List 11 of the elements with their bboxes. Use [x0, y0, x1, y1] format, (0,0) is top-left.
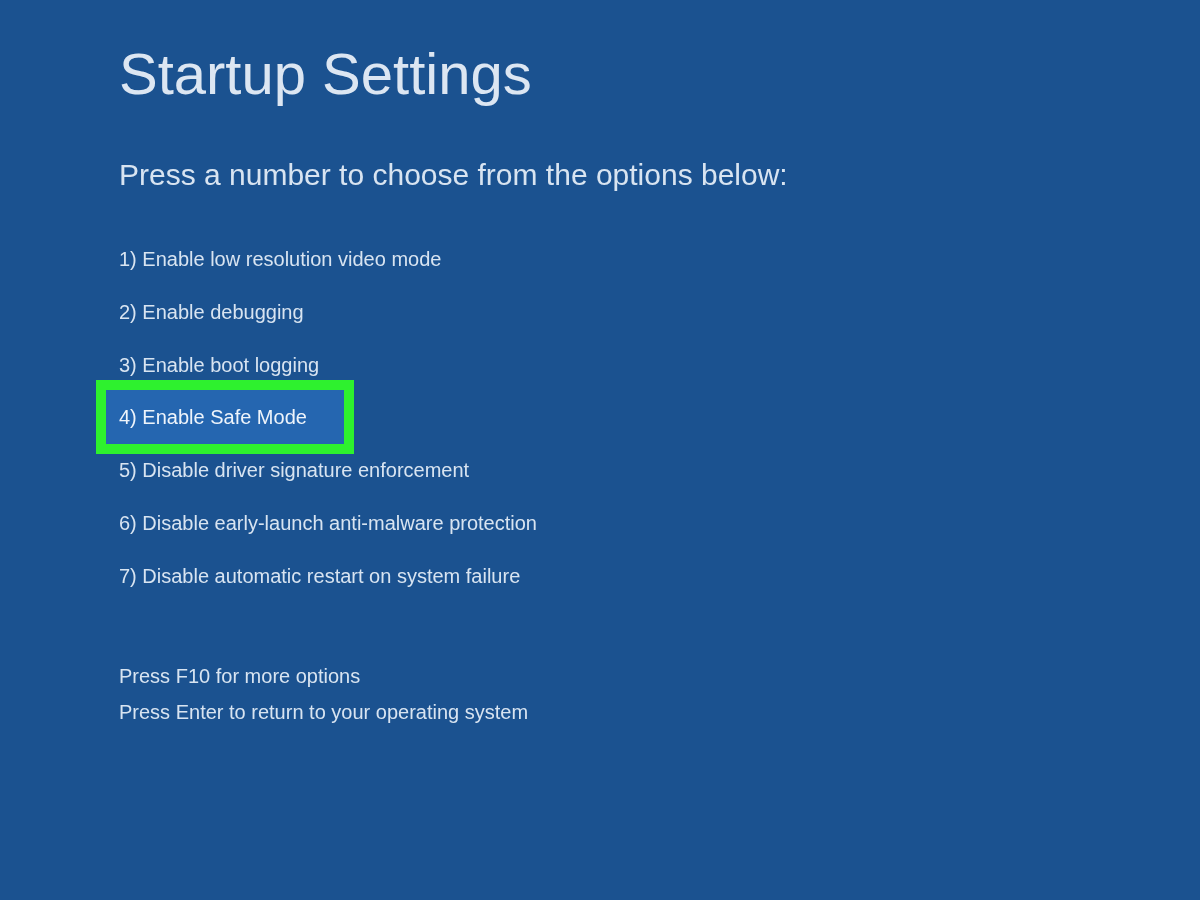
menu-option[interactable]: 2) Enable debugging: [119, 299, 304, 324]
menu-option[interactable]: 3) Enable boot logging: [119, 352, 320, 377]
page-title: Startup Settings: [119, 40, 532, 108]
menu-option[interactable]: 5) Disable driver signature enforcement: [119, 457, 470, 482]
hint-text: Press F10 for more options: [119, 664, 361, 688]
menu-option[interactable]: 4) Enable Safe Mode: [119, 405, 307, 429]
menu-option[interactable]: 7) Disable automatic restart on system failure: [119, 563, 521, 588]
hint-text: Press Enter to return to your operating system: [119, 700, 529, 724]
menu-option[interactable]: 1) Enable low resolution video mode: [119, 246, 442, 271]
menu-option[interactable]: 6) Disable early-launch anti-malware protection: [119, 510, 537, 535]
instruction-text: Press a number to choose from the options below:: [119, 157, 788, 193]
